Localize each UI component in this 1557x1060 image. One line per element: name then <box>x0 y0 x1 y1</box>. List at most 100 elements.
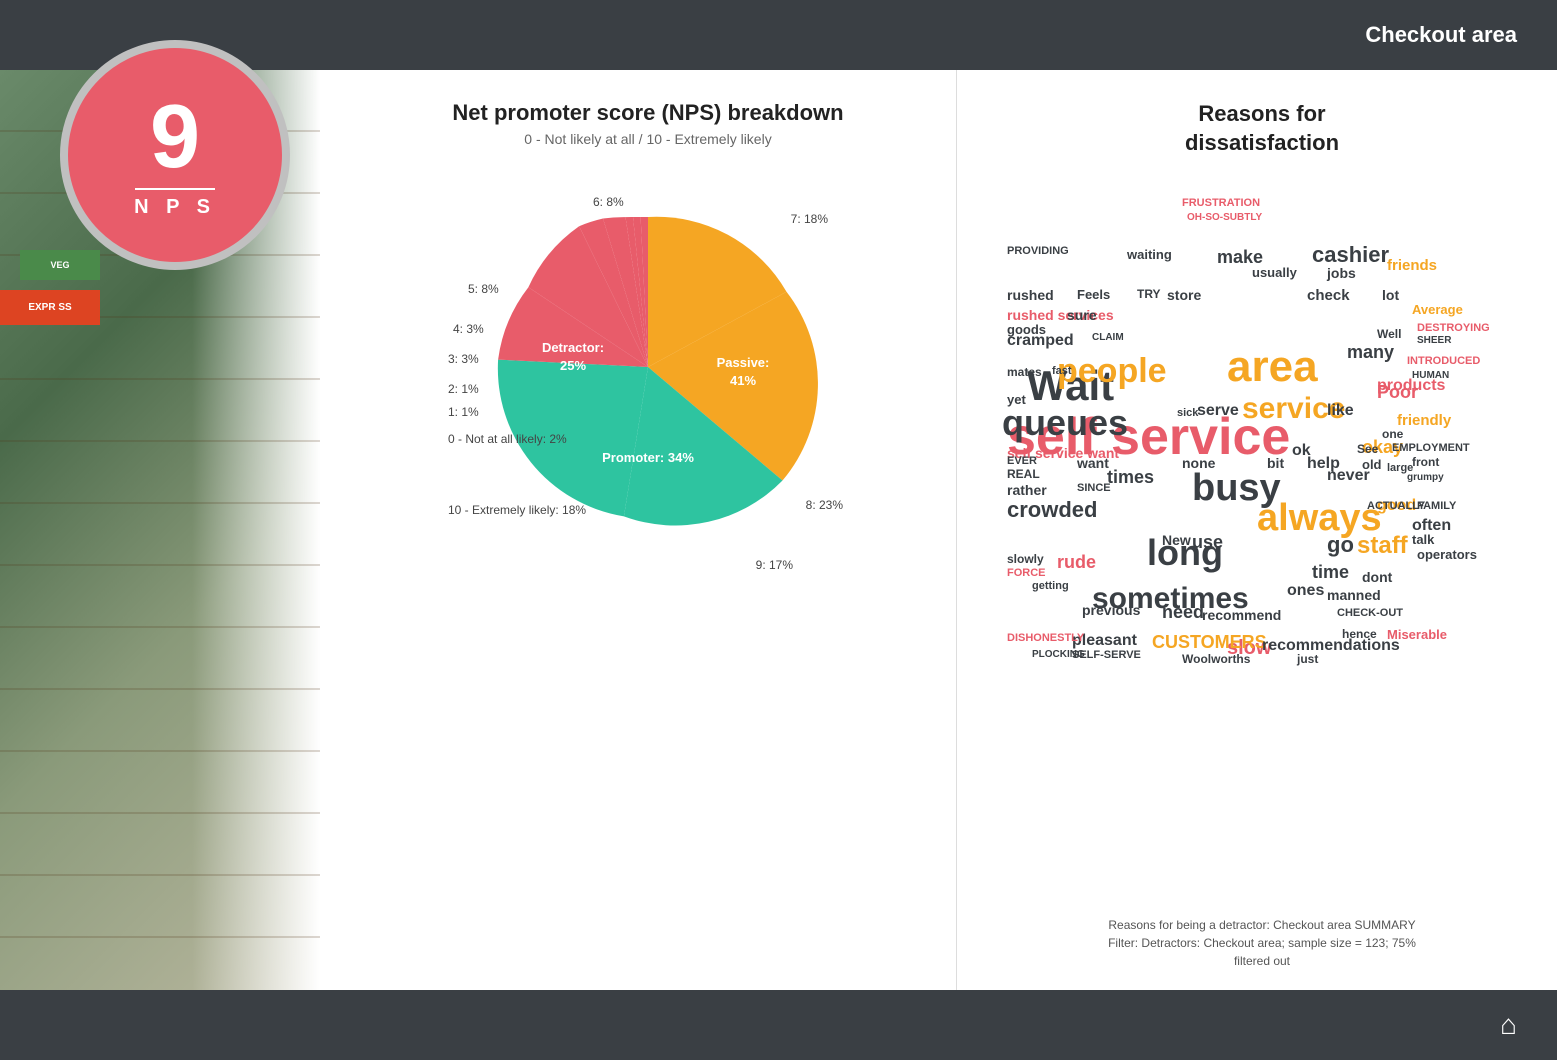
label-passive-pct: 41% <box>730 373 756 388</box>
footer-bar: ⌂ <box>0 990 1557 1060</box>
word-rather: rather <box>1007 482 1047 498</box>
word-grumpy: grumpy <box>1407 472 1444 483</box>
word-woolworths: Woolworths <box>1182 652 1250 666</box>
wordcloud-section: Reasons for dissatisfaction self service… <box>957 70 1557 990</box>
word-well: Well <box>1377 327 1401 341</box>
word-ever: EVER <box>1007 455 1037 467</box>
word-store: store <box>1167 287 1201 303</box>
word-frustration: FRUSTRATION <box>1182 197 1260 209</box>
wordcloud-title: Reasons for dissatisfaction <box>997 100 1527 157</box>
word-go: go <box>1327 532 1354 558</box>
word-crowded: crowded <box>1007 497 1097 523</box>
word-feels: Feels <box>1077 287 1110 302</box>
word-serve: serve <box>1197 402 1239 420</box>
word-operators: operators <box>1417 547 1477 562</box>
nps-divider <box>135 188 215 190</box>
word-human: HUMAN <box>1412 370 1449 381</box>
word-ok: ok <box>1292 442 1311 460</box>
word-waiting: waiting <box>1127 247 1172 262</box>
word-employment: EMPLOYMENT <box>1392 442 1470 454</box>
word-rude: rude <box>1057 552 1096 573</box>
word-average: Average <box>1412 302 1463 317</box>
word-check: check <box>1307 287 1350 304</box>
word-sure: sure <box>1067 307 1097 323</box>
word-ones: ones <box>1287 582 1324 600</box>
word-bit: bit <box>1267 455 1284 471</box>
word-time: time <box>1312 562 1349 583</box>
word-rushed-services: rushed services <box>1007 307 1114 323</box>
nps-circle: 9 N P S <box>60 40 290 270</box>
nps-label: N P S <box>134 196 216 219</box>
word-queues: queues <box>1002 402 1128 444</box>
word-goods: goods <box>1007 322 1046 337</box>
word-providing: PROVIDING <box>1007 245 1069 257</box>
word-poor: Poor <box>1377 382 1418 403</box>
word-hence: hence <box>1342 627 1377 641</box>
word-use: use <box>1192 532 1223 553</box>
word-introduced: INTRODUCED <box>1407 355 1480 367</box>
word-recommendations: recommendations <box>1262 637 1400 655</box>
main-content: Net promoter score (NPS) breakdown 0 - N… <box>320 70 1557 990</box>
word-slowly: slowly <box>1007 552 1044 566</box>
word-dont: dont <box>1362 569 1392 585</box>
word-real: REAL <box>1007 467 1040 481</box>
word-staff: staff <box>1357 532 1408 560</box>
word-previous: previous <box>1082 602 1140 618</box>
word-need: need <box>1162 602 1204 623</box>
word-see: See <box>1357 442 1378 456</box>
word-dishonestly: DISHONESTLY <box>1007 632 1084 644</box>
word-destroying: DESTROYING <box>1417 322 1490 334</box>
word-yet: yet <box>1007 392 1026 407</box>
word-mates: mates <box>1007 365 1042 379</box>
word-talk: talk <box>1412 532 1434 547</box>
word-claim: CLAIM <box>1092 332 1124 343</box>
word-lot: lot <box>1382 287 1399 303</box>
word-many: many <box>1347 342 1394 363</box>
word-try: TRY <box>1137 287 1161 301</box>
home-icon[interactable]: ⌂ <box>1500 1009 1517 1041</box>
word-sheer: SHEER <box>1417 335 1451 346</box>
word-plocking: PLOCKING <box>1032 649 1085 660</box>
word-getting: getting <box>1032 580 1069 592</box>
word-like: like <box>1327 402 1354 420</box>
word-force: FORCE <box>1007 567 1046 579</box>
word-recommend: recommend <box>1202 607 1281 623</box>
segment-10 <box>498 360 648 517</box>
wordcloud-footer: Reasons for being a detractor: Checkout … <box>997 916 1527 970</box>
word-just: just <box>1297 652 1318 666</box>
chart-scale: 0 - Not likely at all / 10 - Extremely l… <box>524 131 771 147</box>
word-check-out: CHECK-OUT <box>1337 607 1403 619</box>
chart-section: Net promoter score (NPS) breakdown 0 - N… <box>320 70 957 990</box>
word-friends: friends <box>1387 257 1437 274</box>
word-family: FAMILY <box>1417 500 1456 512</box>
word-jobs: jobs <box>1327 265 1356 281</box>
word-old: old <box>1362 457 1382 472</box>
chart-title: Net promoter score (NPS) breakdown <box>452 100 843 126</box>
word-since: SINCE <box>1077 482 1111 494</box>
word-want: want <box>1077 455 1109 471</box>
nps-score: 9 <box>150 92 200 182</box>
word-manned: manned <box>1327 587 1381 603</box>
word-none: none <box>1182 455 1215 471</box>
word-rushed: rushed <box>1007 287 1054 303</box>
label-passive: Passive: <box>717 355 770 370</box>
label-detractor: Detractor: <box>542 340 604 355</box>
word-times: times <box>1107 467 1154 488</box>
word-new: New <box>1162 532 1191 548</box>
label-detractor-pct: 25% <box>560 358 586 373</box>
word-oh-so-subtly: OH-SO-SUBTLY <box>1187 212 1262 223</box>
pie-chart: Passive: 41% Promoter: 34% Detractor: 25… <box>448 167 848 567</box>
word-area: area <box>1227 342 1318 392</box>
word-fast: fast <box>1052 365 1072 377</box>
word-front: front <box>1412 455 1439 469</box>
word-miserable: Miserable <box>1387 627 1447 642</box>
word-one: one <box>1382 427 1403 441</box>
word-people: people <box>1057 352 1167 391</box>
word-sick: sick <box>1177 407 1198 419</box>
word-help: help <box>1307 455 1340 473</box>
word-friendly: friendly <box>1397 412 1451 429</box>
label-promoter: Promoter: 34% <box>602 450 694 465</box>
word-customers: CUSTOMERS <box>1152 632 1267 653</box>
word-usually: usually <box>1252 265 1297 280</box>
wordcloud: self serviceareaWaitqueuesbusyalwayslong… <box>997 187 1527 906</box>
